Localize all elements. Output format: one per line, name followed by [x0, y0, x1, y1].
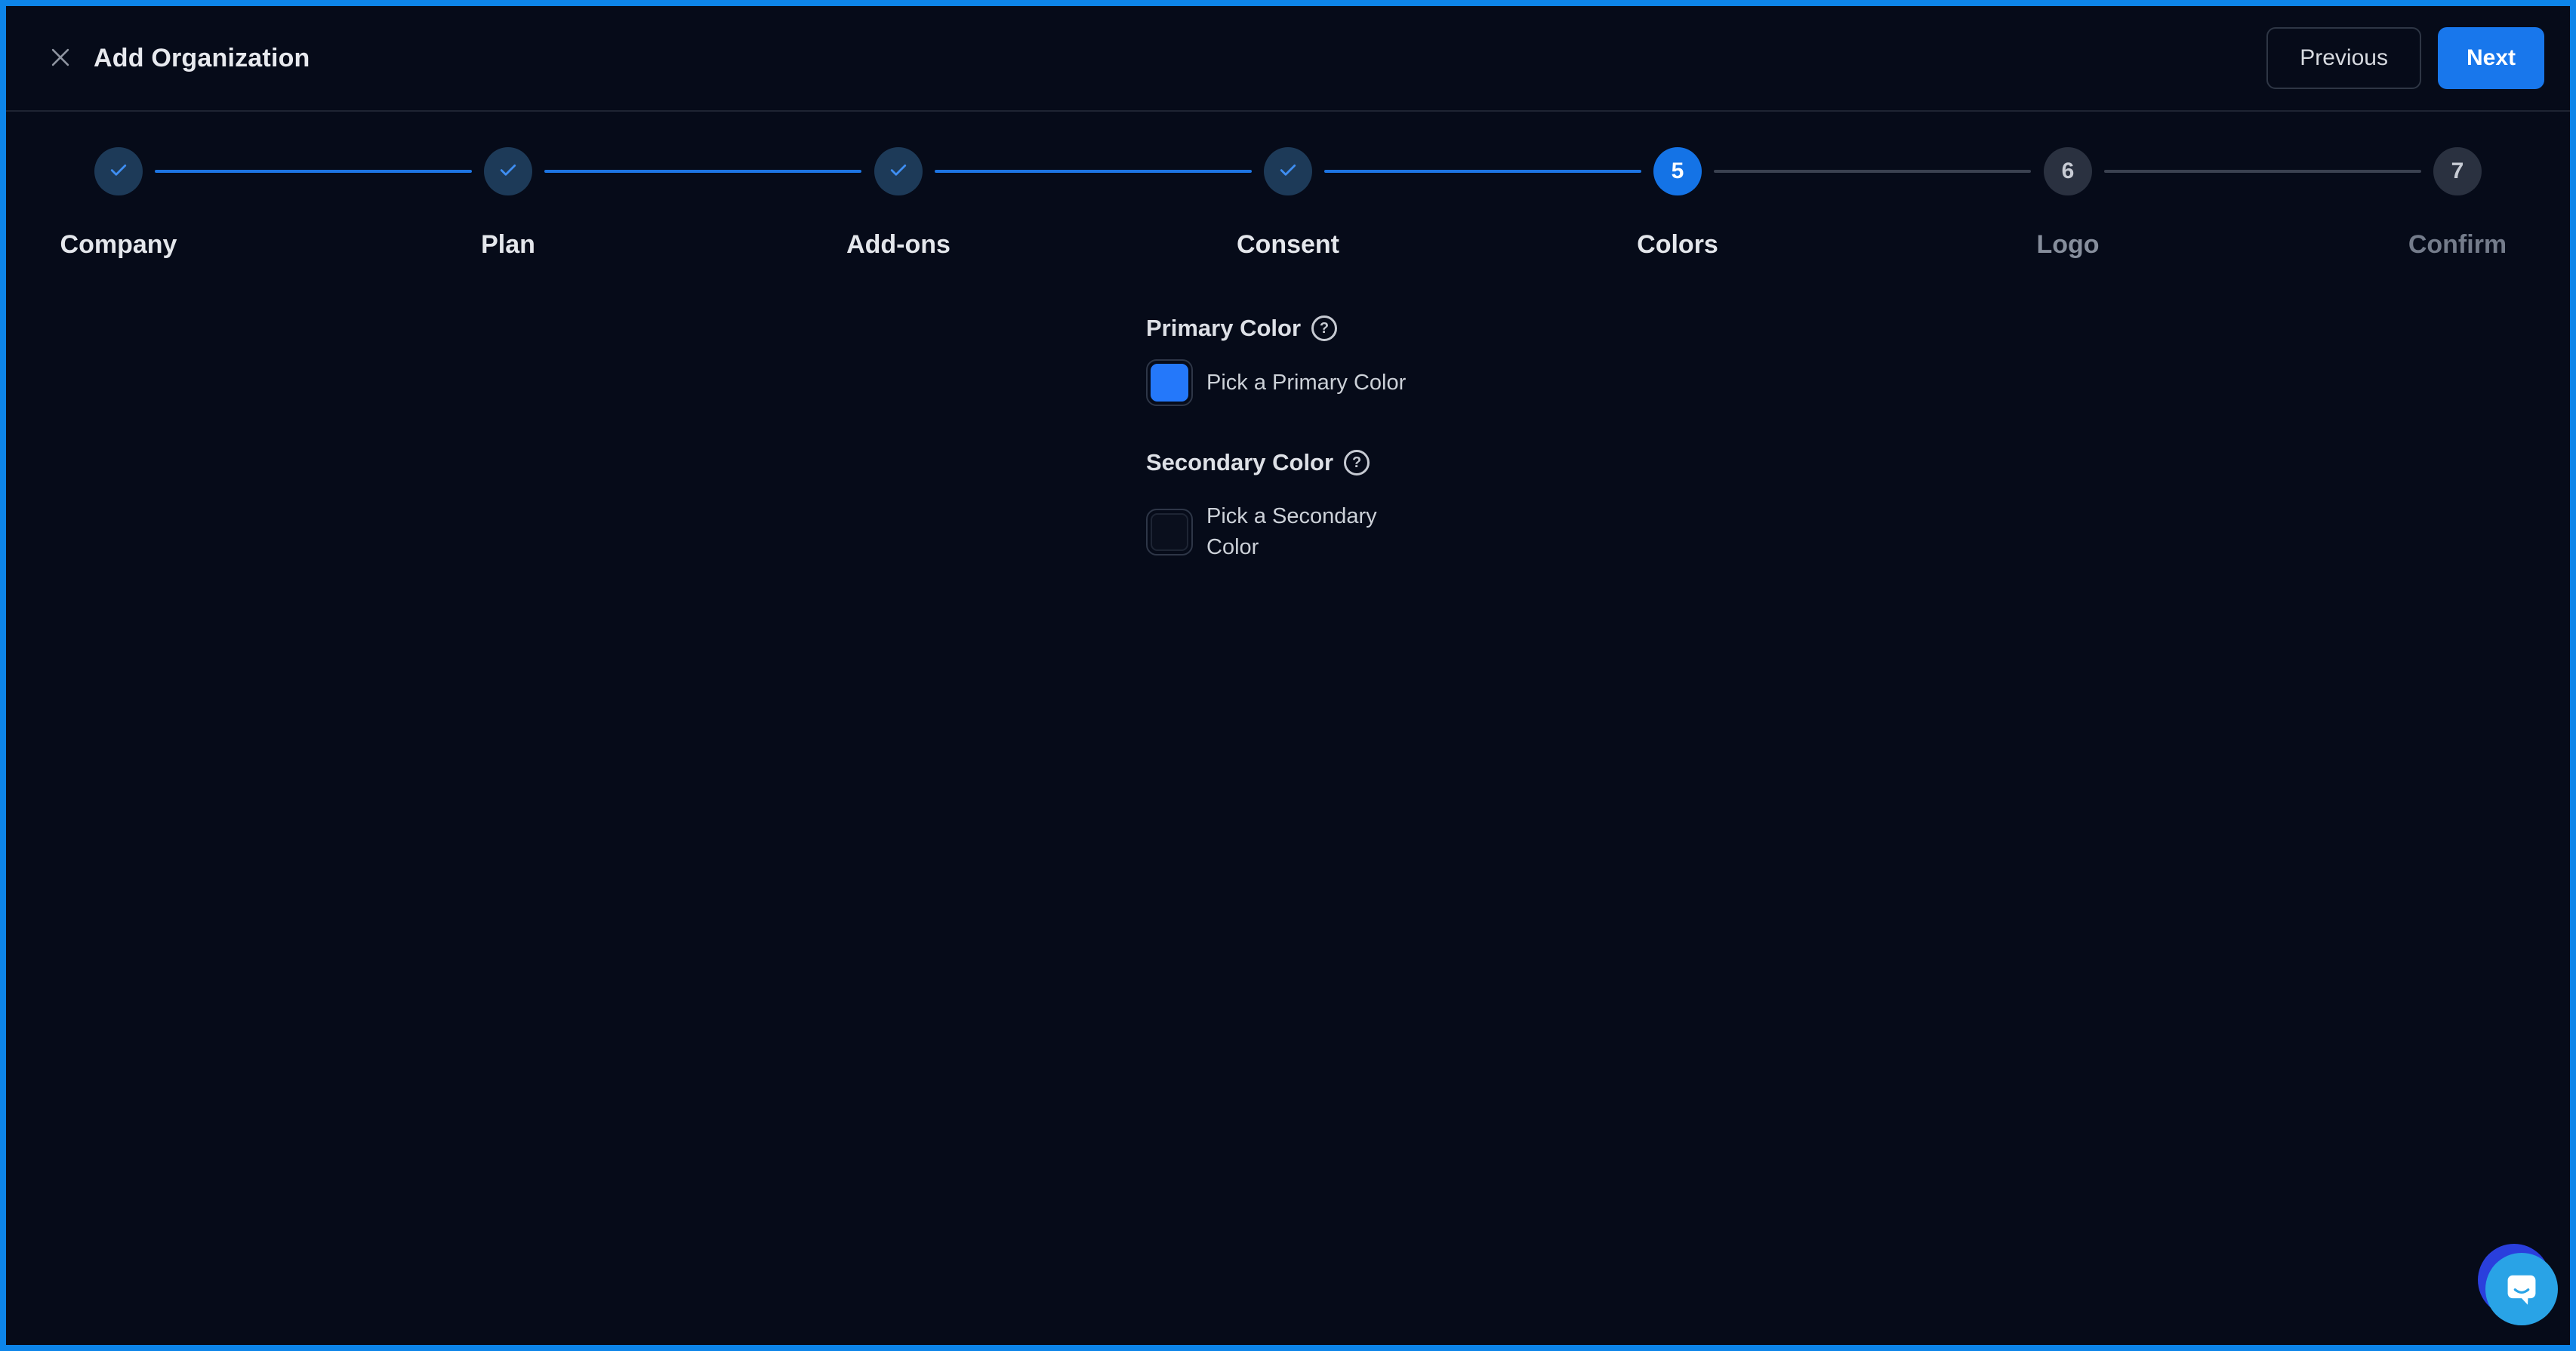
help-icon[interactable]: ? — [1344, 450, 1370, 475]
stepper-step-logo[interactable]: 6 Logo — [1909, 147, 2226, 260]
chat-bubble-icon — [2502, 1268, 2541, 1311]
step-label: Colors — [1637, 230, 1718, 260]
primary-color-swatch[interactable] — [1146, 359, 1193, 406]
step-label: Confirm — [2408, 230, 2507, 260]
stepper-step-plan[interactable]: Plan — [350, 147, 667, 260]
check-icon — [497, 158, 519, 185]
secondary-color-label: Secondary Color — [1146, 449, 1333, 476]
chat-launcher-front-circle — [2485, 1253, 2558, 1325]
primary-color-label: Primary Color — [1146, 315, 1301, 342]
stepper-step-company[interactable]: Company — [0, 147, 277, 260]
secondary-color-picker-label: Pick a Secondary Color — [1206, 501, 1430, 563]
step-label: Logo — [2036, 230, 2099, 260]
previous-button[interactable]: Previous — [2266, 27, 2421, 89]
primary-color-label-row: Primary Color ? — [1146, 312, 1430, 344]
step-label: Add-ons — [846, 230, 951, 260]
step-label: Plan — [481, 230, 535, 260]
step-label: Consent — [1237, 230, 1339, 260]
close-button[interactable] — [39, 37, 82, 79]
step-circle: 5 — [1653, 147, 1702, 195]
step-circle — [874, 147, 923, 195]
primary-color-picker-label: Pick a Primary Color — [1206, 368, 1406, 399]
step-label: Company — [60, 230, 177, 260]
stepper-step-consent[interactable]: Consent — [1129, 147, 1447, 260]
step-number: 6 — [2062, 158, 2075, 184]
secondary-color-picker-row: Pick a Secondary Color — [1146, 501, 1430, 563]
primary-color-picker-row: Pick a Primary Color — [1146, 359, 1430, 406]
wizard-stepper: Company Plan Add-ons — [6, 113, 2570, 287]
help-icon[interactable]: ? — [1311, 315, 1337, 341]
step-circle — [1264, 147, 1312, 195]
secondary-color-label-row: Secondary Color ? — [1146, 447, 1430, 479]
step-circle: 7 — [2433, 147, 2482, 195]
check-icon — [107, 158, 130, 185]
secondary-color-swatch[interactable] — [1146, 509, 1193, 555]
step-circle — [484, 147, 532, 195]
stepper-step-confirm[interactable]: 7 Confirm — [2299, 147, 2576, 260]
next-button[interactable]: Next — [2438, 27, 2544, 89]
primary-color-swatch-fill — [1151, 364, 1188, 402]
modal-header: Add Organization Previous Next — [6, 6, 2570, 112]
stepper-step-colors[interactable]: 5 Colors — [1519, 147, 1836, 260]
check-icon — [1277, 158, 1299, 185]
secondary-color-swatch-fill — [1151, 513, 1188, 551]
close-icon — [48, 45, 73, 72]
step-circle — [94, 147, 143, 195]
chat-launcher[interactable] — [2478, 1244, 2559, 1327]
stepper-step-addons[interactable]: Add-ons — [740, 147, 1057, 260]
step-number: 5 — [1672, 158, 1684, 184]
step-circle: 6 — [2044, 147, 2092, 195]
step-number: 7 — [2451, 158, 2464, 184]
page-title: Add Organization — [94, 44, 310, 73]
check-icon — [887, 158, 910, 185]
colors-form: Primary Color ? Pick a Primary Color Sec… — [1146, 312, 1430, 563]
add-organization-modal: Add Organization Previous Next Company — [0, 0, 2576, 1351]
